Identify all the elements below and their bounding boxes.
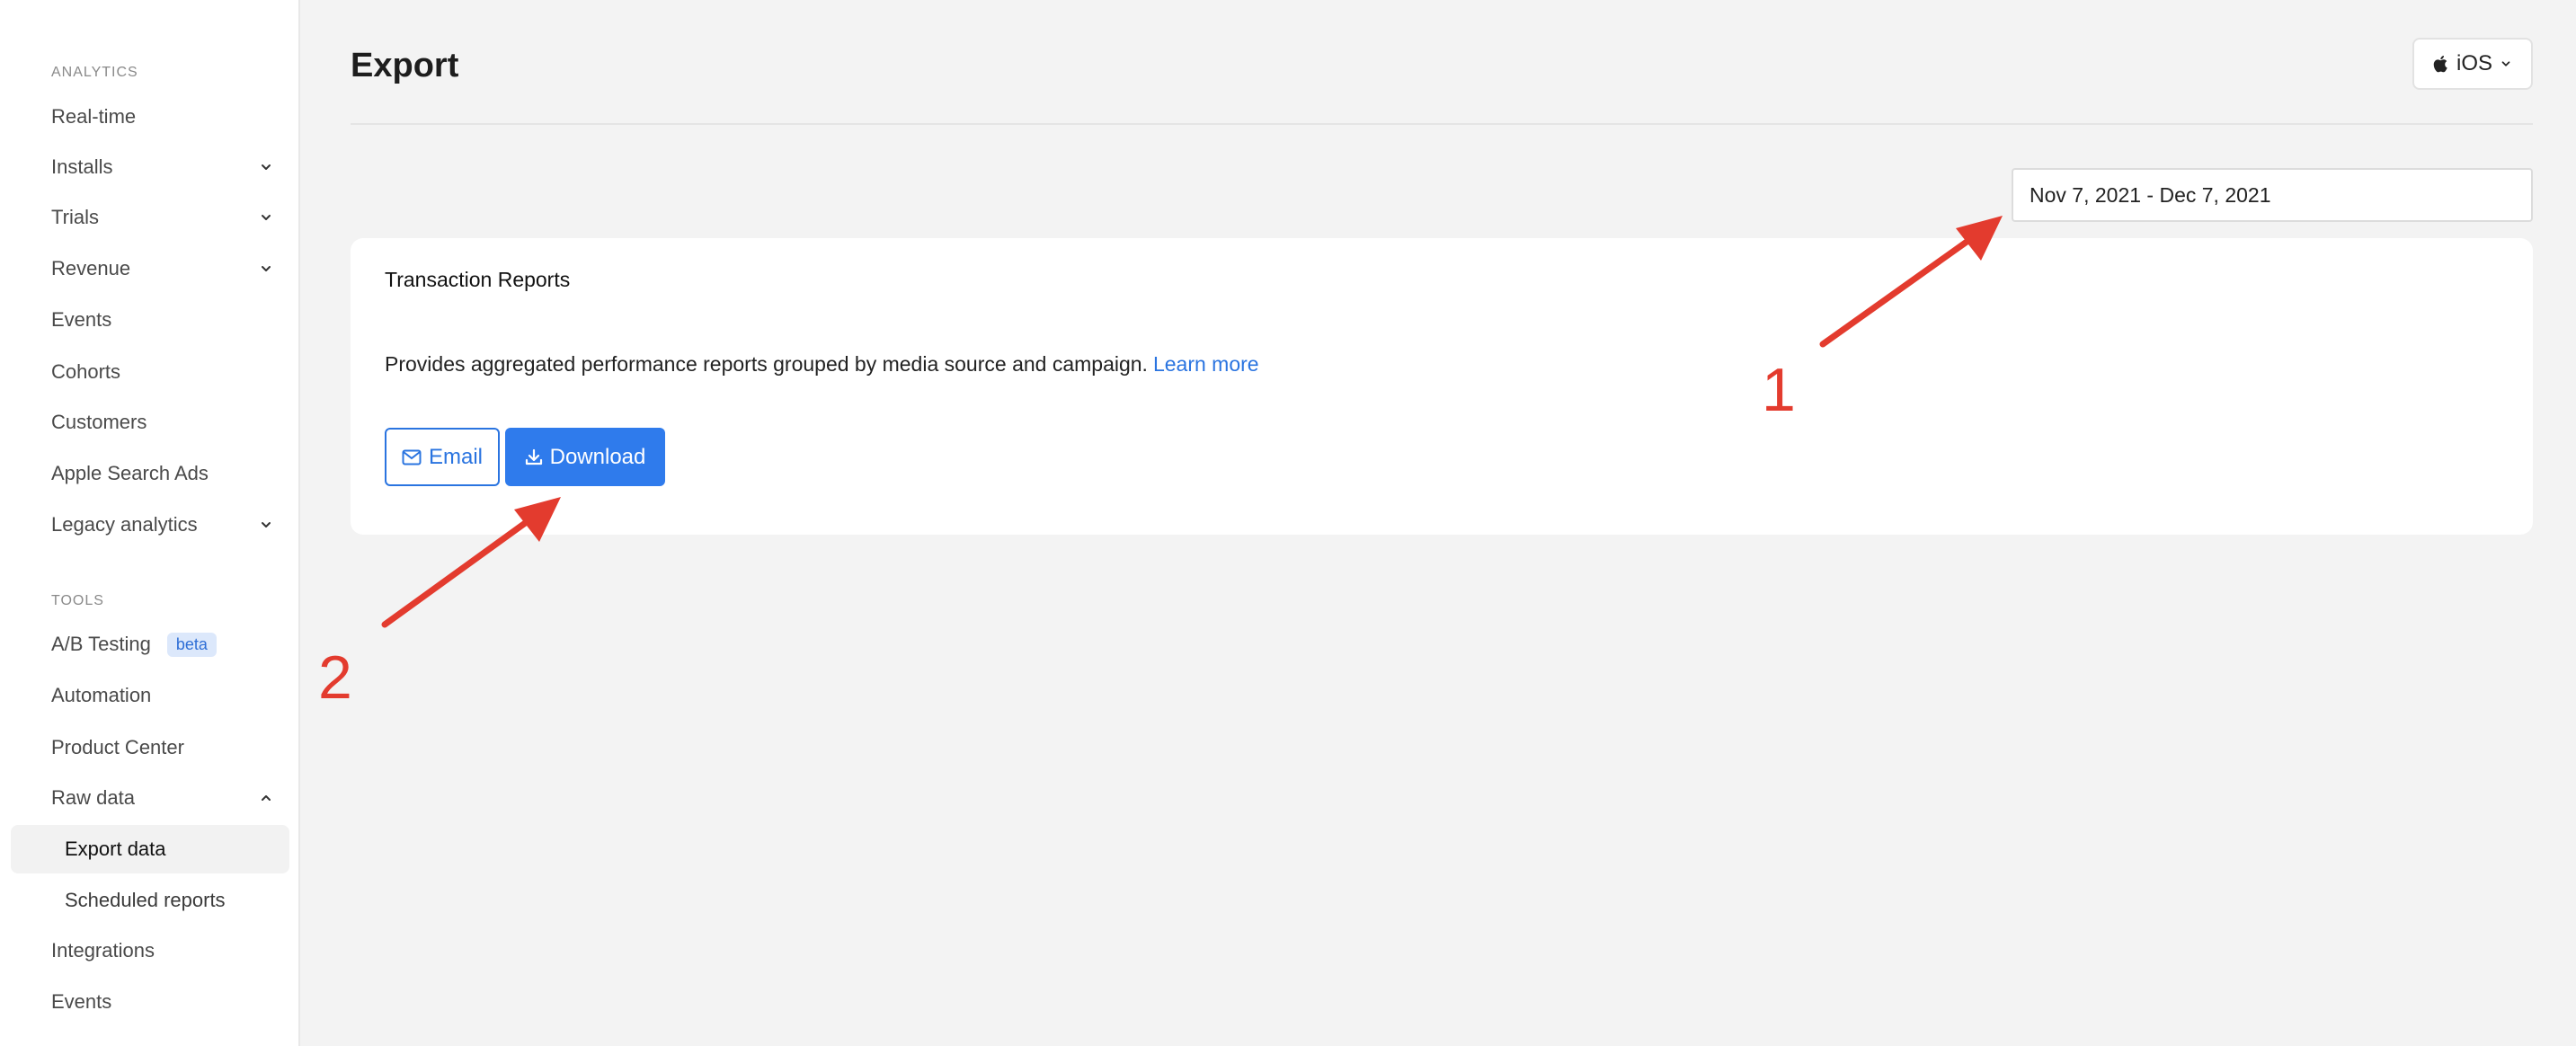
mail-icon [402,449,422,465]
sidebar-item-customers[interactable]: Customers [11,398,289,447]
download-button[interactable]: Download [505,428,665,486]
sidebar-item-label: Automation [51,684,152,706]
header-divider [351,123,2533,125]
apple-icon [2433,55,2449,73]
sidebar-item-label: Revenue [51,257,131,279]
chevron-down-icon [259,160,273,174]
chevron-up-icon [259,791,273,805]
sidebar-item-label: Customers [51,411,147,433]
sidebar-item-label: Trials [51,206,99,228]
sidebar-item-label: Cohorts [51,360,121,383]
sidebar-item-export-data[interactable]: Export data [11,825,289,873]
email-button[interactable]: Email [385,428,500,486]
card-description-text: Provides aggregated performance reports … [385,352,1148,376]
sidebar-item-ab-testing[interactable]: A/B Testing beta [11,620,289,669]
sidebar-item-label: Apple Search Ads [51,462,209,484]
download-button-label: Download [549,444,646,469]
sidebar-item-label: Scheduled reports [65,889,226,911]
page-title: Export [351,47,459,84]
download-icon [525,448,543,466]
sidebar-item-scheduled-reports[interactable]: Scheduled reports [11,876,289,925]
annotation-label-1: 1 [1762,356,1796,424]
sidebar-item-label: A/B Testing [51,633,151,655]
sidebar-item-label: Integrations [51,939,155,962]
chevron-down-icon [2500,58,2512,70]
card-title: Transaction Reports [385,268,571,291]
sidebar-item-raw-data[interactable]: Raw data [11,774,289,822]
platform-label: iOS [2456,51,2492,75]
sidebar-item-label: Real-time [51,105,137,128]
sidebar-item-legacy-analytics[interactable]: Legacy analytics [11,501,289,549]
sidebar: ANALYTICS Real-time Installs Trials Reve… [0,0,300,1046]
sidebar-item-events-tools[interactable]: Events [11,978,289,1026]
sidebar-item-trials[interactable]: Trials [11,193,289,242]
learn-more-link[interactable]: Learn more [1153,352,1259,376]
date-range-input[interactable] [2012,168,2533,222]
sidebar-item-product-center[interactable]: Product Center [11,723,289,772]
sidebar-item-cohorts[interactable]: Cohorts [11,348,289,396]
chevron-down-icon [259,518,273,532]
chevron-down-icon [259,210,273,225]
sidebar-item-installs[interactable]: Installs [11,143,289,191]
sidebar-item-label: Legacy analytics [51,513,198,536]
card-description: Provides aggregated performance reports … [385,352,1259,377]
sidebar-item-revenue[interactable]: Revenue [11,244,289,293]
sidebar-item-real-time[interactable]: Real-time [11,93,289,141]
platform-selector[interactable]: iOS [2412,38,2533,90]
sidebar-item-events[interactable]: Events [11,296,289,344]
sidebar-item-label: Events [51,990,112,1013]
email-button-label: Email [428,444,483,469]
beta-badge: beta [166,632,217,657]
sidebar-item-label: Export data [65,838,166,860]
section-title-tools: TOOLS [51,593,104,608]
sidebar-item-label: Events [51,308,112,331]
sidebar-item-integrations[interactable]: Integrations [11,926,289,975]
transaction-reports-card: Transaction Reports Provides aggregated … [351,238,2533,535]
section-title-analytics: ANALYTICS [51,65,138,80]
chevron-down-icon [259,262,273,276]
sidebar-item-apple-search-ads[interactable]: Apple Search Ads [11,449,289,498]
sidebar-item-automation[interactable]: Automation [11,671,289,720]
sidebar-item-label: Installs [51,155,113,178]
annotation-label-2: 2 [318,643,352,712]
sidebar-item-label: Product Center [51,736,184,758]
sidebar-item-label: Raw data [51,786,135,809]
